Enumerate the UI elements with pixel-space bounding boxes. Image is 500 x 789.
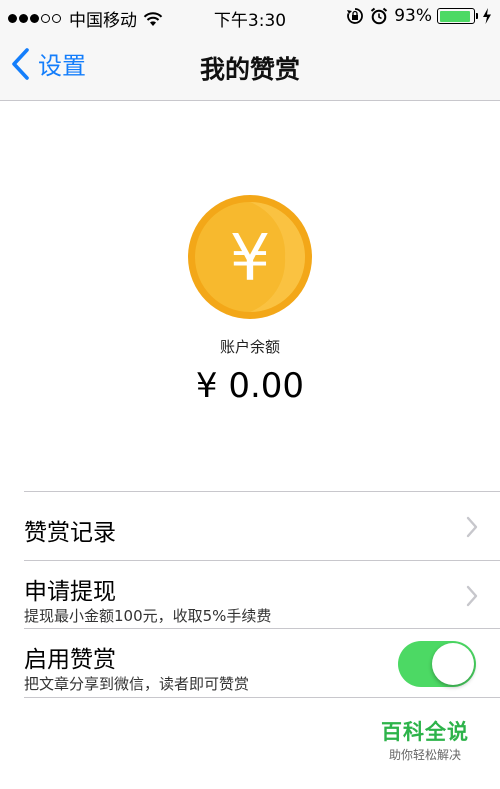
- balance-label: 账户余额: [219, 338, 280, 356]
- status-left: 中国移动: [8, 6, 163, 31]
- battery-percent: 93%: [394, 6, 432, 26]
- navigation-bar: 设置 我的赞赏: [0, 32, 500, 101]
- toggle-knob: [432, 643, 474, 685]
- list-item-title: 启用赞赏: [24, 647, 116, 673]
- page-title: 我的赞赏: [199, 55, 300, 84]
- list-item-subtitle: 提现最小金额100元，收取5%手续费: [24, 607, 272, 625]
- carrier-name: 中国移动: [69, 11, 137, 31]
- settings-list: 赞赏记录 申请提现 提现最小金额100元，收取5%手续费 启用赞赏 把文章分享到…: [24, 491, 500, 698]
- list-item-enable-reward: 启用赞赏 把文章分享到微信，读者即可赞赏: [24, 628, 500, 698]
- watermark-logo: 百科全说 助你轻松解决: [360, 716, 490, 763]
- alarm-icon: [371, 7, 388, 25]
- list-item-title: 申请提现: [24, 579, 116, 605]
- wifi-icon: [143, 11, 163, 26]
- coin-symbol: ¥: [230, 222, 271, 296]
- balance-amount: ¥ 0.00: [195, 366, 305, 406]
- status-bar: 中国移动 下午3:30 93%: [0, 0, 500, 32]
- list-item-withdraw[interactable]: 申请提现 提现最小金额100元，收取5%手续费: [24, 560, 500, 628]
- rotation-lock-icon: [347, 8, 364, 24]
- list-item-reward-records[interactable]: 赞赏记录: [24, 491, 500, 560]
- chevron-right-icon: [466, 585, 478, 607]
- charging-icon: [483, 8, 491, 24]
- list-item-title: 赞赏记录: [24, 520, 116, 546]
- watermark-subtitle: 助你轻松解决: [388, 748, 461, 762]
- coin-icon: ¥: [188, 195, 312, 319]
- signal-strength-icon: [8, 14, 63, 23]
- status-right: 93%: [346, 6, 492, 26]
- chevron-right-icon: [466, 516, 478, 538]
- enable-reward-toggle[interactable]: [398, 641, 476, 687]
- list-item-subtitle: 把文章分享到微信，读者即可赞赏: [24, 675, 250, 693]
- watermark-title: 百科全说: [381, 720, 469, 744]
- battery-icon: [437, 8, 478, 24]
